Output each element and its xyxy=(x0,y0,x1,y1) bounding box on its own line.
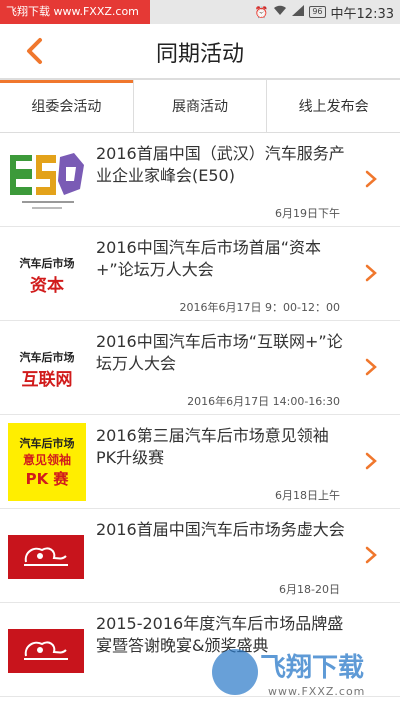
event-title: 2016中国汽车后市场“互联网+”论坛万人大会 xyxy=(96,332,343,373)
status-icons: ⏰ 96 中午12:33 xyxy=(255,0,394,24)
battery-icon: 96 xyxy=(309,6,326,18)
chevron-right-icon xyxy=(364,357,378,377)
event-item[interactable]: 2016首届中国（武汉）汽车服务产业企业家峰会(E50) 6月19日下午 xyxy=(0,133,400,227)
logo-line1: 汽车后市场 xyxy=(19,437,75,450)
event-title: 2016中国汽车后市场首届“资本+”论坛万人大会 xyxy=(96,238,322,279)
logo-line3: PK 赛 xyxy=(25,470,69,488)
chevron-right-icon xyxy=(364,545,378,565)
event-title: 2016第三届汽车后市场意见领袖PK升级赛 xyxy=(96,426,329,467)
event-item[interactable]: 汽车后市场 互联网 2016中国汽车后市场“互联网+”论坛万人大会 2016年6… xyxy=(0,321,400,415)
logo-line1: 汽车后市场 xyxy=(19,350,75,364)
event-item[interactable]: 汽车后市场 资本 2016中国汽车后市场首届“资本+”论坛万人大会 2016年6… xyxy=(0,227,400,321)
watermark-bottom: 飞翔下载 www.FXXZ.com xyxy=(212,641,392,705)
event-date: 2016年6月17日 14:00-16:30 xyxy=(187,395,340,408)
logo-line2: 意见领袖 xyxy=(22,453,71,467)
event-date: 6月18-20日 xyxy=(279,583,340,596)
signal-icon xyxy=(292,5,305,19)
watermark-text: 飞翔下载 xyxy=(260,653,365,683)
brand-logo xyxy=(8,523,86,591)
app-bar: 同期活动 xyxy=(0,24,400,80)
page-title: 同期活动 xyxy=(155,42,244,67)
status-time: 中午12:33 xyxy=(330,6,394,22)
tab-organizer-events[interactable]: 组委会活动 xyxy=(0,80,134,132)
chevron-right-icon xyxy=(364,263,378,283)
logo-line1: 汽车后市场 xyxy=(19,256,75,270)
tab-online-launch[interactable]: 线上发布会 xyxy=(267,80,400,132)
event-date: 6月18日上午 xyxy=(275,489,340,502)
tab-exhibitor-events[interactable]: 展商活动 xyxy=(134,80,268,132)
chevron-right-icon xyxy=(364,451,378,471)
alarm-icon: ⏰ xyxy=(254,5,269,19)
event-title: 2016首届中国（武汉）汽车服务产业企业家峰会(E50) xyxy=(96,144,345,185)
internet-logo: 汽车后市场 互联网 xyxy=(8,335,86,403)
event-date: 6月19日下午 xyxy=(275,207,340,220)
status-bar: 飞翔下载 www.FXXZ.com ⏰ 96 中午12:33 xyxy=(0,0,400,24)
watermark-url: www.FXXZ.com xyxy=(268,685,366,698)
capital-logo: 汽车后市场 资本 xyxy=(8,241,86,309)
logo-line2: 资本 xyxy=(30,275,64,296)
watermark-top: 飞翔下载 www.FXXZ.com xyxy=(0,0,150,24)
wifi-icon xyxy=(273,5,287,19)
event-item[interactable]: 汽车后市场 意见领袖 PK 赛 2016第三届汽车后市场意见领袖PK升级赛 6月… xyxy=(0,415,400,509)
brand-logo xyxy=(8,617,86,685)
event-title: 2016首届中国汽车后市场务虚大会 xyxy=(96,520,345,539)
event-item[interactable]: 2016首届中国汽车后市场务虚大会 6月18-20日 xyxy=(0,509,400,603)
logo-line2: 互联网 xyxy=(21,369,73,390)
chevron-right-icon xyxy=(364,169,378,189)
event-list: 2016首届中国（武汉）汽车服务产业企业家峰会(E50) 6月19日下午 汽车后… xyxy=(0,133,400,697)
tab-bar: 组委会活动 展商活动 线上发布会 xyxy=(0,80,400,133)
watermark-logo-icon xyxy=(212,649,258,695)
e50-logo xyxy=(8,147,86,215)
event-date: 2016年6月17日 9：00-12：00 xyxy=(179,301,340,314)
pk-logo: 汽车后市场 意见领袖 PK 赛 xyxy=(8,423,86,501)
